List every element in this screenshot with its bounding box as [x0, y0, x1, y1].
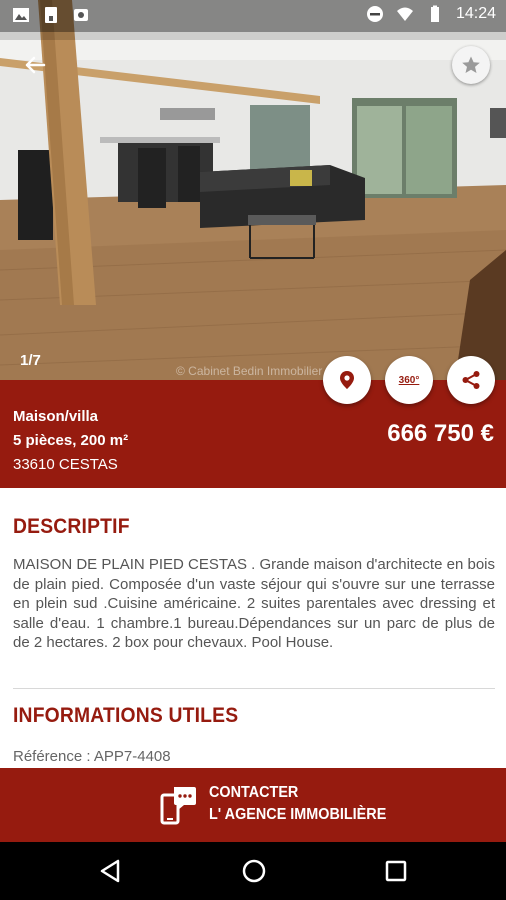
navigation-bar — [0, 842, 506, 900]
photos-icon — [74, 9, 88, 21]
view-360-label: 360° — [398, 374, 420, 386]
property-rooms-area: 5 pièces, 200 m² — [13, 432, 129, 449]
wifi-icon — [396, 7, 413, 21]
star-icon — [462, 56, 480, 73]
favorite-button[interactable] — [452, 46, 490, 84]
contact-label-line1: CONTACTER — [209, 784, 299, 801]
image-icon — [13, 8, 29, 22]
device-icon — [45, 7, 57, 23]
listing-photo[interactable] — [0, 0, 506, 380]
back-triangle-icon[interactable] — [96, 856, 126, 886]
share-button[interactable] — [447, 356, 495, 404]
home-circle-icon[interactable] — [239, 856, 269, 886]
do-not-disturb-icon — [366, 6, 383, 22]
property-type: Maison/villa — [13, 408, 99, 425]
status-bar: 14:24 — [0, 0, 506, 32]
divider — [13, 688, 495, 689]
contact-label-line2: L' AGENCE IMMOBILIÈRE — [209, 806, 387, 823]
location-pin-icon — [340, 371, 354, 389]
photo-counter: 1/7 — [20, 352, 41, 369]
share-icon — [462, 371, 480, 389]
info-title: INFORMATIONS UTILES — [13, 704, 239, 727]
view-360-button[interactable]: 360° — [385, 356, 433, 404]
photo-watermark: © Cabinet Bedin Immobilier — [176, 364, 323, 378]
recents-square-icon[interactable] — [381, 856, 411, 886]
description-title: DESCRIPTIF — [13, 515, 130, 538]
property-price: 666 750 € — [387, 420, 494, 447]
clock: 14:24 — [455, 5, 496, 22]
back-arrow-icon[interactable] — [18, 50, 50, 82]
description-text: MAISON DE PLAIN PIED CESTAS . Grande mai… — [13, 556, 495, 651]
property-summary: 360° Maison/villa 5 pièces, 200 m² 33610… — [0, 356, 506, 488]
reference-text: Référence : APP7-4408 — [13, 748, 171, 765]
battery-icon — [430, 5, 439, 22]
contact-agency-button[interactable]: CONTACTER L' AGENCE IMMOBILIÈRE — [0, 768, 506, 842]
phone-chat-icon — [160, 787, 196, 825]
map-button[interactable] — [323, 356, 371, 404]
property-location: 33610 CESTAS — [13, 456, 118, 473]
